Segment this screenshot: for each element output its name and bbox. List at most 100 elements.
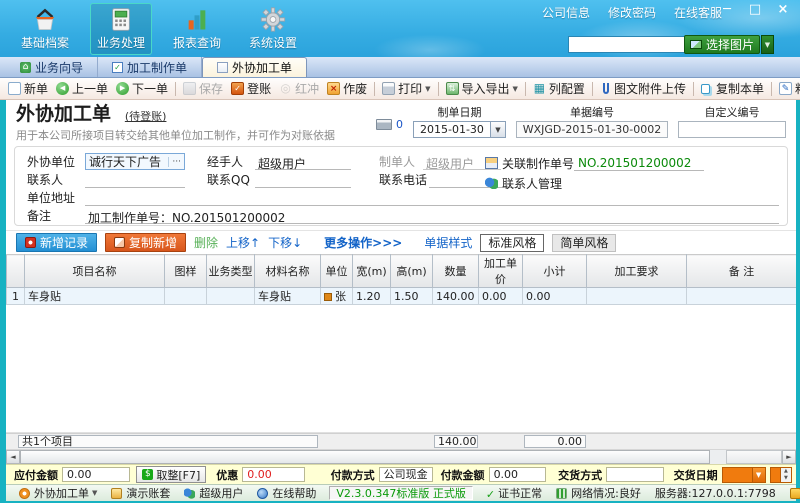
contact-field[interactable] bbox=[85, 173, 185, 188]
status-user[interactable]: 超级用户 bbox=[177, 485, 250, 501]
banner-search-input[interactable] bbox=[568, 36, 690, 53]
paid-amount-input[interactable]: 0.00 bbox=[489, 467, 547, 482]
copy-add-button[interactable]: 复制新增 bbox=[105, 233, 186, 252]
paste-screenshot-button[interactable]: ✎粘贴截图 bbox=[775, 80, 800, 98]
project-name-cell[interactable]: 车身贴 bbox=[25, 288, 165, 305]
pending-status-link[interactable]: (待登账) bbox=[125, 110, 167, 123]
pick-image-button[interactable]: 选择图片 bbox=[684, 35, 760, 54]
date-dropdown-icon[interactable]: ▼ bbox=[491, 121, 506, 138]
next-order-button[interactable]: ▶下一单 bbox=[112, 80, 172, 98]
minimize-button[interactable]: ─ bbox=[718, 2, 736, 17]
status-doc-type[interactable]: 外协加工单 ▼ bbox=[12, 485, 104, 501]
handler-field[interactable]: 超级用户 bbox=[255, 155, 351, 170]
delivery-method-input[interactable] bbox=[606, 467, 664, 482]
tab-business-wizard[interactable]: ⌂ 业务向导 bbox=[6, 57, 98, 77]
col-header[interactable]: 加工要求 bbox=[587, 255, 687, 288]
print-button[interactable]: 打印▼ bbox=[378, 80, 434, 98]
col-header[interactable]: 图样 bbox=[165, 255, 207, 288]
nav-item-report-query[interactable]: 报表查询 bbox=[166, 3, 228, 55]
scrollbar-thumb[interactable] bbox=[20, 450, 710, 464]
change-password-link[interactable]: 修改密码 bbox=[608, 4, 656, 21]
void-button[interactable]: ×作废 bbox=[323, 80, 371, 98]
simple-style-button[interactable]: 简单风格 bbox=[552, 234, 616, 252]
attachment-upload-button[interactable]: 图文附件上传 bbox=[596, 80, 690, 98]
pattern-cell[interactable] bbox=[165, 288, 207, 305]
col-header[interactable]: 宽(m) bbox=[353, 255, 391, 288]
col-header[interactable]: 业务类型 bbox=[207, 255, 255, 288]
col-header[interactable]: 加工单价 bbox=[479, 255, 523, 288]
biz-type-cell[interactable] bbox=[207, 288, 255, 305]
col-header[interactable]: 数量 bbox=[433, 255, 479, 288]
printer-icon[interactable] bbox=[376, 119, 392, 130]
col-header[interactable]: 材料名称 bbox=[255, 255, 321, 288]
online-service-link[interactable]: 在线客服 bbox=[674, 4, 722, 21]
pick-image-dropdown[interactable]: ▼ bbox=[761, 35, 774, 54]
note-field[interactable]: 加工制作单号：NO.201501200002 bbox=[85, 209, 779, 224]
pay-method-input[interactable]: 公司现金 bbox=[379, 467, 433, 482]
row-number-header[interactable] bbox=[7, 255, 25, 288]
register-account-button[interactable]: ✓登账 bbox=[227, 80, 275, 98]
move-down-link[interactable]: 下移↓ bbox=[268, 234, 302, 251]
related-order-label: 关联制作单号 bbox=[502, 155, 574, 172]
custom-number-input[interactable] bbox=[678, 121, 786, 138]
print-count: 0 bbox=[396, 118, 403, 131]
status-account[interactable]: 演示账套 bbox=[104, 485, 177, 501]
material-cell[interactable]: 车身贴 bbox=[255, 288, 321, 305]
unit-cell[interactable]: 张 bbox=[321, 288, 353, 305]
vendor-picker-button[interactable]: ··· bbox=[168, 157, 184, 167]
prev-order-button[interactable]: ◀上一单 bbox=[52, 80, 112, 98]
spin-up-icon[interactable]: ▲ bbox=[781, 468, 791, 475]
discount-input[interactable]: 0.00 bbox=[242, 467, 304, 482]
status-online-help[interactable]: 在线帮助 bbox=[250, 485, 323, 501]
save-button[interactable]: 保存 bbox=[179, 80, 227, 98]
red-reverse-button[interactable]: ◎红冲 bbox=[275, 80, 323, 98]
height-cell[interactable]: 1.50 bbox=[391, 288, 433, 305]
scrollbar-track[interactable] bbox=[710, 450, 726, 464]
contact-label: 联系人 bbox=[27, 171, 85, 188]
new-order-button[interactable]: 新单 bbox=[4, 80, 52, 98]
add-record-button[interactable]: 新增记录 bbox=[16, 233, 97, 252]
date-value[interactable]: 2015-01-30 bbox=[413, 121, 491, 138]
width-cell[interactable]: 1.20 bbox=[353, 288, 391, 305]
scroll-left-button[interactable]: ◄ bbox=[6, 450, 20, 464]
round-button[interactable]: $ 取整[F7] bbox=[136, 466, 206, 483]
payable-input[interactable]: 0.00 bbox=[62, 467, 130, 482]
nav-item-basic-archives[interactable]: 基础档案 bbox=[14, 3, 76, 55]
maximize-button[interactable]: □ bbox=[746, 2, 764, 17]
col-header[interactable]: 项目名称 bbox=[25, 255, 165, 288]
delivery-time-spinner[interactable]: ▲▼ bbox=[770, 467, 792, 483]
price-cell[interactable]: 0.00 bbox=[479, 288, 523, 305]
contacts-manager-link[interactable]: 联系人管理 bbox=[502, 175, 562, 192]
scroll-right-button[interactable]: ► bbox=[782, 450, 796, 464]
more-operations-link[interactable]: 更多操作>>> bbox=[324, 234, 402, 251]
lock-screen-button[interactable]: 锁 屏 bbox=[783, 485, 800, 501]
col-header[interactable]: 小计 bbox=[523, 255, 587, 288]
standard-style-button[interactable]: 标准风格 bbox=[480, 234, 544, 252]
delete-row-link[interactable]: 删除 bbox=[194, 234, 218, 251]
date-combobox[interactable]: 2015-01-30 ▼ bbox=[413, 121, 506, 138]
requirement-cell[interactable] bbox=[587, 288, 687, 305]
close-button[interactable]: × bbox=[774, 2, 792, 17]
qq-field[interactable] bbox=[255, 173, 351, 188]
related-order-value[interactable]: NO.201501200002 bbox=[574, 156, 704, 171]
tab-outsource-order[interactable]: 外协加工单 bbox=[202, 57, 307, 77]
col-header[interactable]: 单位 bbox=[321, 255, 353, 288]
qty-cell[interactable]: 140.00 bbox=[433, 288, 479, 305]
copy-order-button[interactable]: 复制本单 bbox=[697, 80, 768, 98]
move-up-link[interactable]: 上移↑ bbox=[226, 234, 260, 251]
items-grid: 项目名称 图样 业务类型 材料名称 单位 宽(m) 高(m) 数量 加工单价 小… bbox=[6, 254, 796, 464]
col-header[interactable]: 备 注 bbox=[687, 255, 797, 288]
import-export-button[interactable]: ⇅导入导出▼ bbox=[442, 80, 522, 98]
delivery-date-combobox[interactable]: ▼ bbox=[722, 467, 766, 483]
nav-item-system-settings[interactable]: 系统设置 bbox=[242, 3, 304, 55]
column-config-button[interactable]: ▦列配置 bbox=[529, 80, 589, 98]
spin-down-icon[interactable]: ▼ bbox=[781, 475, 791, 482]
company-info-link[interactable]: 公司信息 bbox=[542, 4, 590, 21]
table-row[interactable]: 1 车身贴 车身贴 张 1.20 1.50 140.00 0.00 0.00 bbox=[7, 288, 797, 305]
tab-processing-order[interactable]: ✓ 加工制作单 bbox=[98, 57, 202, 77]
col-header[interactable]: 高(m) bbox=[391, 255, 433, 288]
dollar-icon: $ bbox=[142, 469, 153, 480]
vendor-field[interactable]: 诚行天下广告 ··· bbox=[85, 153, 185, 170]
nav-item-business-processing[interactable]: 业务处理 bbox=[90, 3, 152, 55]
remark-cell[interactable] bbox=[687, 288, 797, 305]
